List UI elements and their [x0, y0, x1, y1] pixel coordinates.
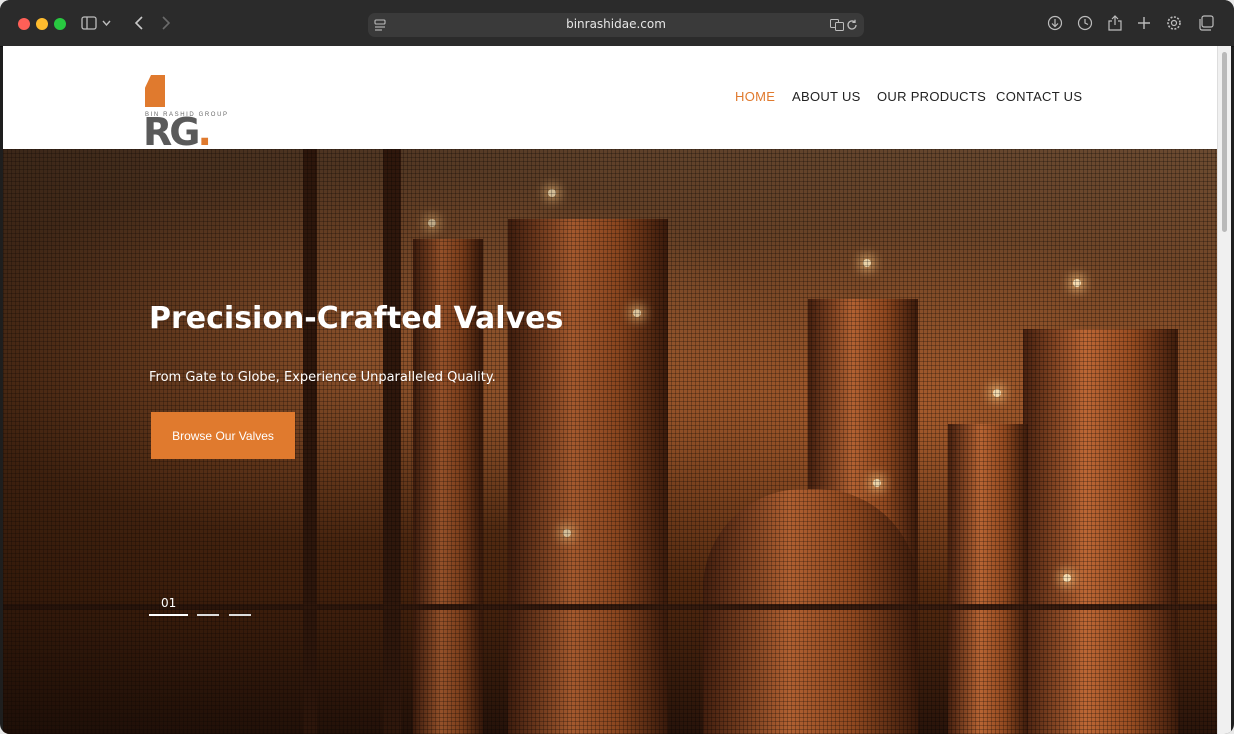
chevron-down-icon[interactable] — [100, 13, 112, 33]
share-icon[interactable] — [1105, 13, 1125, 33]
nav-our-products[interactable]: OUR PRODUCTS — [877, 89, 986, 104]
site-logo[interactable]: RG. BIN RASHID GROUP — [143, 72, 227, 152]
browser-window: binrashidae.com RG. BIN RASHID GROUP HOM… — [0, 0, 1234, 734]
scroll-thumb[interactable] — [1222, 52, 1227, 232]
page-scrollbar[interactable] — [1217, 46, 1231, 734]
nav-contact-us[interactable]: CONTACT US — [996, 89, 1082, 104]
address-bar[interactable]: binrashidae.com — [368, 13, 864, 37]
zoom-window-button[interactable] — [54, 18, 66, 30]
nav-home[interactable]: HOME — [735, 89, 775, 104]
reload-icon[interactable] — [846, 18, 858, 36]
hero-title: Precision-Crafted Valves — [149, 301, 564, 336]
hero-subtitle: From Gate to Globe, Experience Unparalle… — [149, 370, 496, 385]
slide-indicator-1[interactable] — [149, 614, 188, 616]
slide-indicator-2[interactable] — [197, 614, 219, 616]
browse-valves-button[interactable]: Browse Our Valves — [151, 412, 295, 459]
close-window-button[interactable] — [18, 18, 30, 30]
hero-section: Precision-Crafted Valves From Gate to Gl… — [3, 149, 1217, 734]
slide-number: 01 — [161, 596, 177, 610]
tabs-overview-icon[interactable] — [1196, 13, 1216, 33]
site-header: RG. BIN RASHID GROUP HOME ABOUT US OUR P… — [3, 46, 1217, 152]
browser-toolbar: binrashidae.com — [0, 0, 1234, 47]
back-icon[interactable] — [128, 13, 148, 33]
new-tab-icon[interactable] — [1134, 13, 1154, 33]
history-icon[interactable] — [1075, 13, 1095, 33]
settings-icon[interactable] — [1164, 13, 1184, 33]
slide-indicator-3[interactable] — [229, 614, 251, 616]
sidebar-icon[interactable] — [79, 13, 99, 33]
nav-about-us[interactable]: ABOUT US — [792, 89, 861, 104]
download-icon[interactable] — [1045, 13, 1065, 33]
forward-icon[interactable] — [156, 13, 176, 33]
url-text: binrashidae.com — [566, 17, 666, 31]
web-page: RG. BIN RASHID GROUP HOME ABOUT US OUR P… — [3, 46, 1217, 734]
minimize-window-button[interactable] — [36, 18, 48, 30]
translate-icon[interactable] — [830, 18, 844, 36]
logo-tagline: BIN RASHID GROUP — [145, 112, 229, 118]
